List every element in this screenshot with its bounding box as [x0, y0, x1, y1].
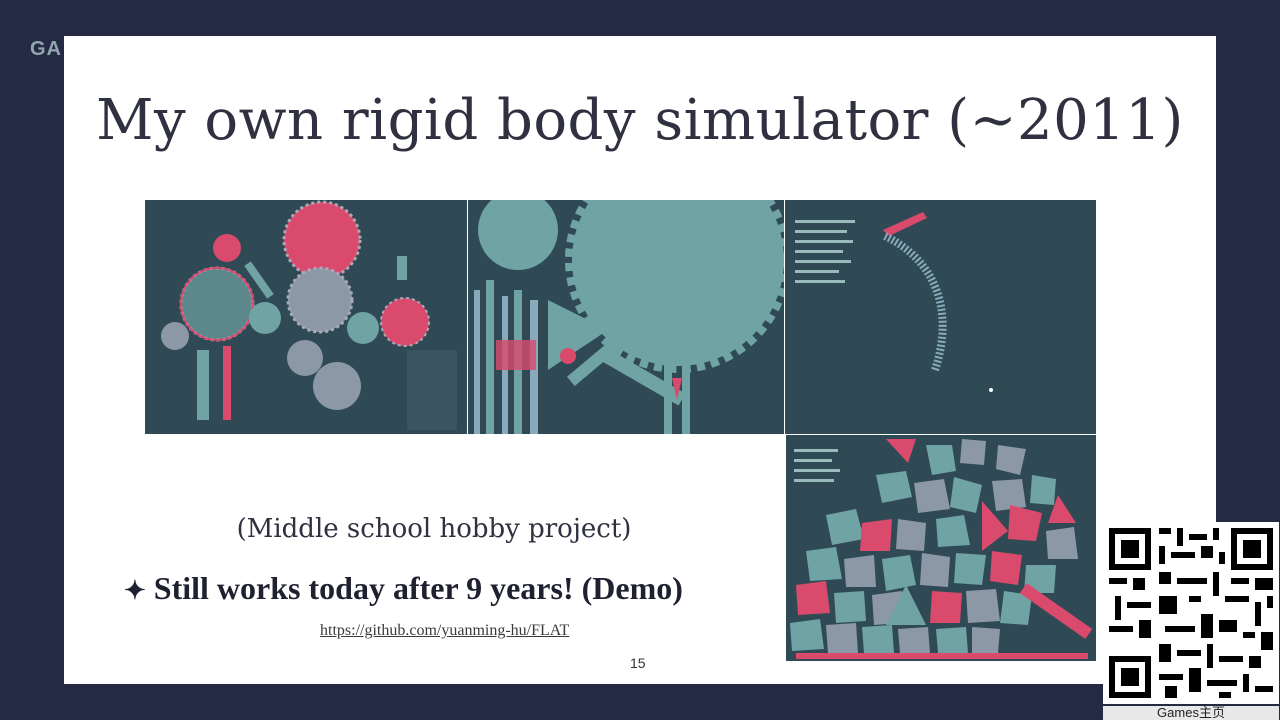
slide-title: My own rigid body simulator (~2011)	[96, 88, 1184, 153]
bullet-point: ✦ Still works today after 9 years! (Demo)	[124, 570, 683, 607]
github-link[interactable]: https://github.com/yuanming-hu/FLAT	[320, 622, 569, 640]
sim-screenshot-big-gear	[468, 200, 784, 434]
qr-code[interactable]	[1103, 522, 1279, 704]
bullet-text: Still works today after 9 years! (Demo)	[153, 570, 683, 606]
page-number: 15	[630, 655, 646, 671]
sim-screenshot-gears	[145, 200, 467, 434]
star-bullet-icon: ✦	[124, 576, 146, 605]
sim-screenshot-polygon-pile	[786, 435, 1096, 661]
slide-subtitle: (Middle school hobby project)	[236, 514, 632, 544]
qr-label: Games主页	[1103, 706, 1279, 720]
presentation-slide: My own rigid body simulator (~2011) (Mid…	[64, 36, 1216, 684]
channel-logo: GA	[30, 38, 62, 60]
qr-code-icon	[1103, 522, 1279, 704]
sim-screenshot-ribbon	[785, 200, 1096, 434]
